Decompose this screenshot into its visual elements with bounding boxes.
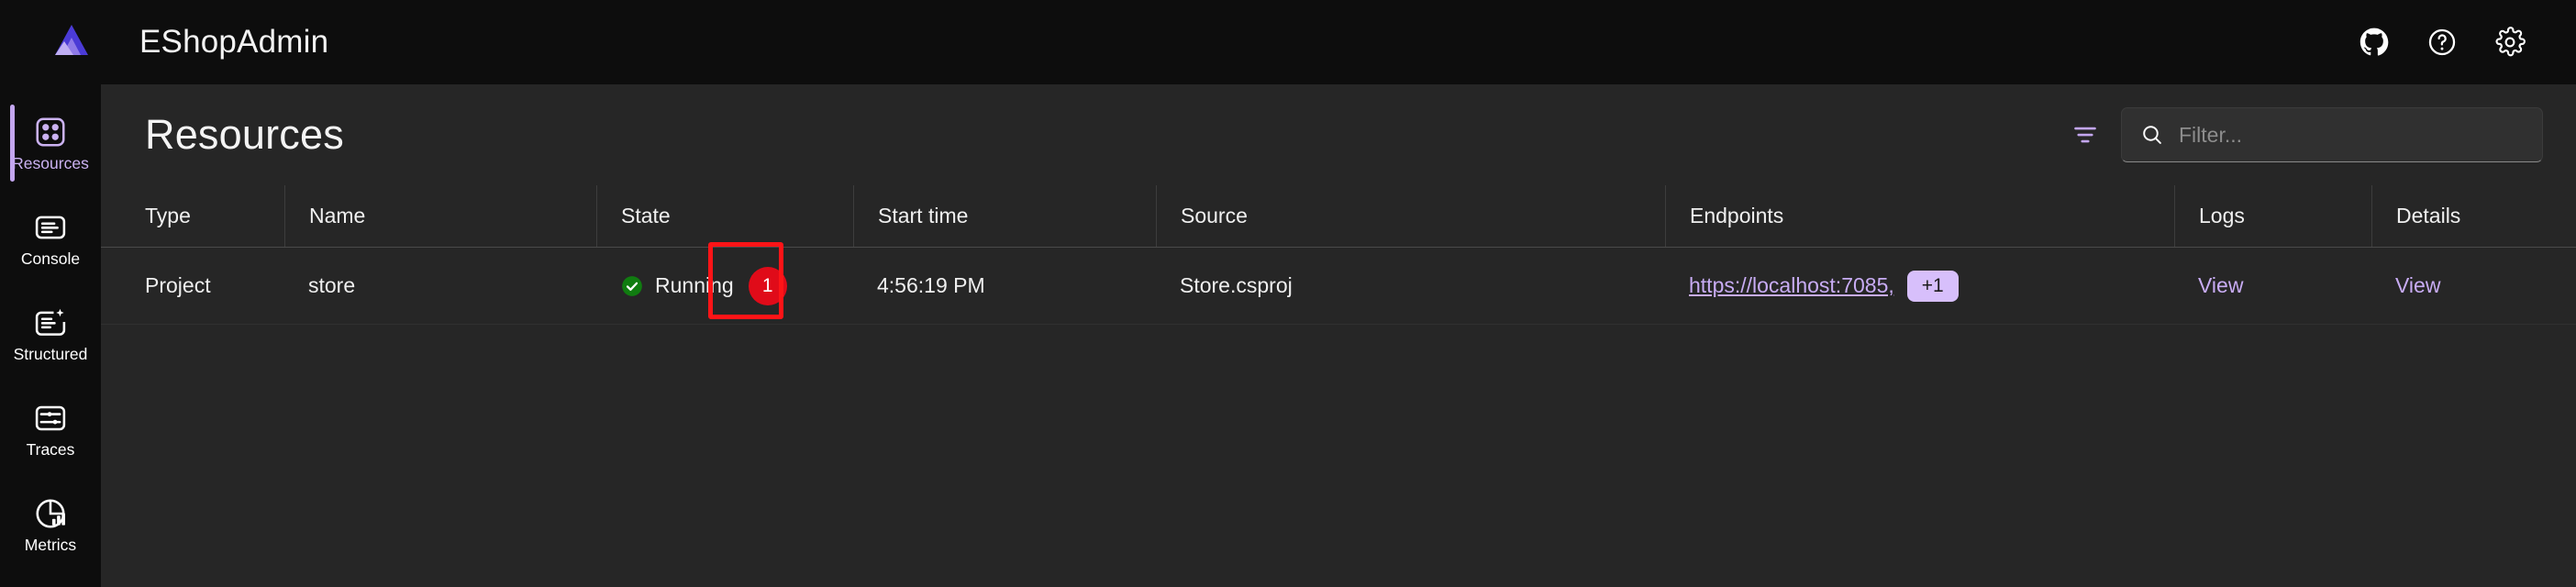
cell-source: Store.csproj — [1180, 273, 1293, 297]
filter-icon[interactable] — [2064, 114, 2106, 156]
state-wrapper: Running 1 — [620, 241, 787, 319]
column-header-source[interactable]: Source — [1156, 185, 1665, 247]
endpoint-link[interactable]: https://localhost:7085, — [1689, 273, 1894, 298]
app-root: EShopAdmin Resources Console Structured … — [0, 0, 2576, 587]
aspire-logo — [50, 20, 94, 64]
metrics-icon — [33, 496, 68, 531]
cell-state: Running 1 — [596, 241, 853, 319]
state-error-count-badge[interactable]: 1 — [748, 266, 787, 305]
sidebar-item-metrics[interactable]: Metrics — [0, 477, 101, 572]
column-header-logs[interactable]: Logs — [2174, 185, 2371, 247]
sidebar-item-structured[interactable]: Structured — [0, 286, 101, 382]
table-row[interactable]: Project store Running 1 4:56:19 PM Store… — [101, 241, 2576, 325]
running-check-icon — [620, 274, 644, 298]
sidebar-item-console[interactable]: Console — [0, 191, 101, 286]
cell-start-time: 4:56:19 PM — [877, 273, 985, 297]
search-icon — [2140, 123, 2164, 147]
app-body: Resources Console Structured Traces Metr… — [0, 84, 2576, 587]
sidebar-item-label: Resources — [12, 153, 89, 172]
column-header-details[interactable]: Details — [2371, 185, 2576, 247]
endpoints-more-badge[interactable]: +1 — [1906, 270, 1959, 302]
logs-view-link[interactable]: View — [2198, 273, 2243, 298]
filter-search-box[interactable] — [2121, 107, 2543, 162]
sidebar-item-label: Metrics — [24, 535, 77, 554]
github-icon[interactable] — [2354, 22, 2394, 62]
search-input[interactable] — [2179, 122, 2524, 148]
sidebar-item-traces[interactable]: Traces — [0, 382, 101, 477]
column-header-name[interactable]: Name — [284, 185, 596, 247]
traces-icon — [33, 401, 68, 436]
resources-icon — [33, 115, 68, 150]
page-title: Resources — [145, 111, 344, 158]
app-title: EShopAdmin — [139, 24, 329, 60]
table-header-row: Type Name State Start time Source Endpoi… — [101, 185, 2576, 248]
column-header-endpoints[interactable]: Endpoints — [1665, 185, 2174, 247]
app-header: EShopAdmin — [0, 0, 2576, 84]
sidebar-nav: Resources Console Structured Traces Metr… — [0, 84, 101, 587]
resources-toolbar: Resources — [101, 84, 2576, 185]
column-header-start-time[interactable]: Start time — [853, 185, 1156, 247]
cell-type: Project — [145, 273, 211, 297]
column-header-state[interactable]: State — [596, 185, 853, 247]
help-icon[interactable] — [2422, 22, 2462, 62]
structured-icon — [33, 305, 68, 340]
console-icon — [33, 210, 68, 245]
sidebar-item-resources[interactable]: Resources — [0, 95, 101, 191]
column-header-type[interactable]: Type — [101, 185, 284, 247]
cell-name: store — [308, 273, 356, 297]
cell-details: View — [2371, 273, 2576, 298]
state-label: Running — [655, 273, 734, 297]
cell-logs: View — [2174, 273, 2371, 298]
sidebar-item-label: Traces — [26, 439, 75, 459]
sidebar-item-label: Console — [20, 249, 81, 268]
main-content: Resources Filter... Type Name State Star… — [101, 84, 2576, 587]
details-view-link[interactable]: View — [2395, 273, 2440, 298]
header-actions — [2354, 22, 2530, 62]
settings-gear-icon[interactable] — [2490, 22, 2530, 62]
cell-endpoints: https://localhost:7085, +1 — [1665, 270, 2174, 302]
sidebar-item-label: Structured — [13, 344, 88, 363]
resources-table: Type Name State Start time Source Endpoi… — [101, 185, 2576, 325]
